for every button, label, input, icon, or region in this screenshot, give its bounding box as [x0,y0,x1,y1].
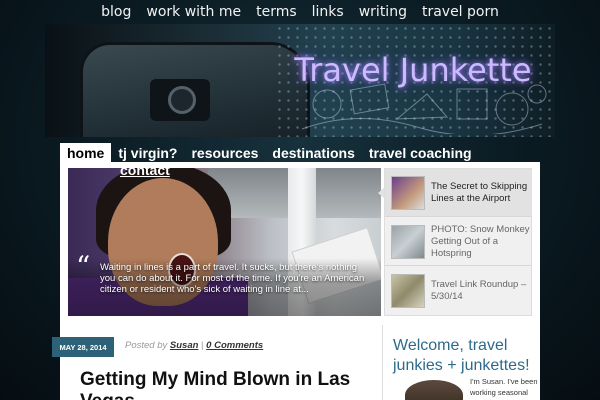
post-meta: Posted by Susan | 0 Comments [125,340,263,351]
post-comments-link[interactable]: 0 Comments [206,340,263,351]
sidebar-welcome-heading: Welcome, travel junkies + junkettes! [393,337,530,374]
top-nav-writing[interactable]: writing [359,4,407,20]
slider-item[interactable]: PHOTO: Snow Monkey Getting Out of a Hots… [385,218,532,266]
post-author-link[interactable]: Susan [170,340,199,351]
header-banner[interactable]: Travel Junkette [45,24,555,137]
slider-item-thumbnail [391,274,425,308]
slider-item-title: Travel Link Roundup – 5/30/14 [431,279,527,302]
quote-icon: “ [76,250,91,283]
slider-item[interactable]: Travel Link Roundup – 5/30/14 [385,267,532,315]
nav-destinations[interactable]: destinations [265,143,361,164]
slider-item-title: PHOTO: Snow Monkey Getting Out of a Hots… [431,223,530,259]
slider-item[interactable]: The Secret to Skipping Lines at the Airp… [385,169,532,217]
nav-resources[interactable]: resources [184,143,265,164]
slider-item-thumbnail [391,175,425,210]
slider-item-title: The Secret to Skipping Lines at the Airp… [431,180,528,204]
top-nav-links[interactable]: links [312,4,344,20]
top-nav-blog[interactable]: blog [101,4,131,20]
post-date-badge: MAY 28, 2014 [52,337,114,357]
featured-slider[interactable]: Waiting in lines is a part of travel. It… [68,168,381,316]
slider-item-thumbnail [391,224,425,259]
post-title[interactable]: Getting My Mind Blown in Las Vegas [80,369,370,400]
slider-thumbnail-list: The Secret to Skipping Lines at the Airp… [384,168,532,316]
nav-home[interactable]: home [60,143,112,164]
top-nav: blog work with me terms links writing tr… [0,0,600,24]
top-nav-terms[interactable]: terms [256,4,297,20]
nav-tj-virgin[interactable]: tj virgin? [111,143,184,164]
meta-separator: | [201,340,204,351]
posted-by-label: Posted by [125,340,168,351]
nav-contact[interactable]: contact [120,162,170,178]
sidebar-divider [382,325,383,400]
site-logo[interactable]: Travel Junkette [273,51,553,89]
top-nav-travel-porn[interactable]: travel porn [422,4,499,20]
main-nav: home tj virgin? resources destinations t… [60,142,540,164]
nav-travel-coaching[interactable]: travel coaching [362,143,479,164]
camera-lens-image [168,86,196,114]
top-nav-work-with-me[interactable]: work with me [146,4,241,20]
sidebar-bio-text: I'm Susan. I've been working seasonal [470,377,538,397]
slider-caption[interactable]: Waiting in lines is a part of travel. It… [68,258,381,316]
